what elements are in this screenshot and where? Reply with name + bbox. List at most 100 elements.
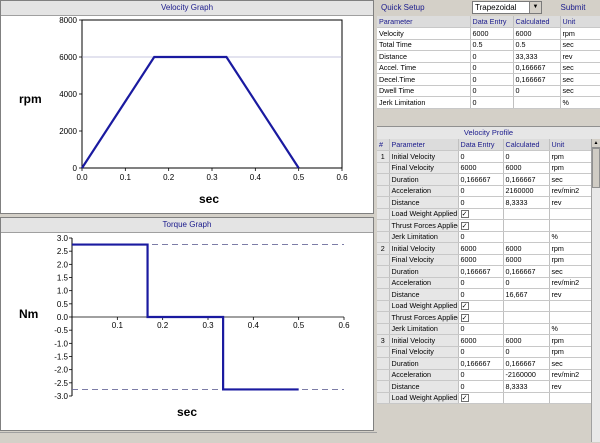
table-row: Jerk Limitation 0% xyxy=(377,96,600,109)
calculated-cell: 8,3333 xyxy=(503,196,550,209)
parameter-name: Distance xyxy=(389,380,459,393)
data-entry-cell[interactable]: 0 xyxy=(458,150,504,163)
data-entry-cell[interactable]: 0.5 xyxy=(470,39,514,51)
scroll-thumb[interactable] xyxy=(592,148,600,188)
data-entry-cell[interactable]: 0 xyxy=(458,380,504,393)
checkbox[interactable]: ✓ xyxy=(460,221,469,230)
calculated-cell: 33,333 xyxy=(513,50,561,63)
data-entry-cell[interactable]: 0,166667 xyxy=(458,265,504,278)
torque-y-tick-label: -1.0 xyxy=(54,339,68,348)
velocity-profile-header-row: # Parameter Data Entry Calculated Unit xyxy=(377,139,592,151)
velocity-y-tick-label: 0 xyxy=(73,164,78,173)
unit-cell: rev xyxy=(549,288,592,301)
data-entry-cell[interactable]: 0 xyxy=(458,369,504,381)
data-entry-cell[interactable]: 0 xyxy=(458,288,504,301)
parameter-name: Distance xyxy=(377,50,471,63)
table-row: Distance 0 8,3333 rev xyxy=(377,196,592,209)
unit-cell: rpm xyxy=(549,334,592,347)
velocity-xlabel: sec xyxy=(199,192,219,206)
submit-button[interactable]: Submit xyxy=(549,1,597,14)
unit-cell: rpm xyxy=(560,27,600,40)
column-header: Parameter xyxy=(389,139,459,151)
calculated-cell: 0 xyxy=(503,277,550,289)
checkbox[interactable]: ✓ xyxy=(460,210,469,219)
unit-cell: rev xyxy=(549,196,592,209)
parameter-name: Total Time xyxy=(377,39,471,51)
segment-number xyxy=(377,185,390,197)
calculated-cell: 0 xyxy=(503,150,550,163)
data-entry-cell[interactable]: 6000 xyxy=(458,334,504,347)
parameter-name: Thrust Forces Applied xyxy=(389,219,459,232)
data-entry-cell[interactable]: 0 xyxy=(458,196,504,209)
data-entry-cell[interactable]: 0 xyxy=(470,73,514,86)
data-entry-cell[interactable]: 6000 xyxy=(458,162,504,174)
data-entry-cell[interactable]: ✓ xyxy=(458,219,504,232)
data-entry-cell[interactable]: 6000 xyxy=(458,254,504,266)
parameter-name: Load Weight Applied xyxy=(389,208,459,220)
motion-profile-select[interactable]: Trapezoidal ▼ xyxy=(472,1,542,14)
segment-number xyxy=(377,277,390,289)
parameter-name: Distance xyxy=(389,196,459,209)
data-entry-cell[interactable]: ✓ xyxy=(458,208,504,220)
segment-number xyxy=(377,323,390,335)
calculated-cell: 8,3333 xyxy=(503,380,550,393)
quick-setup-header-row: Parameter Data Entry Calculated Unit xyxy=(377,16,600,28)
data-entry-cell[interactable]: 0 xyxy=(458,185,504,197)
data-entry-cell[interactable]: 6000 xyxy=(458,242,504,255)
calculated-cell: 0,166667 xyxy=(503,357,550,370)
status-bar xyxy=(0,432,377,443)
data-entry-cell[interactable]: ✓ xyxy=(458,311,504,324)
data-entry-cell[interactable]: 0 xyxy=(458,277,504,289)
quick-setup-table: Parameter Data Entry Calculated Unit Velocit… xyxy=(377,16,600,109)
checkbox[interactable]: ✓ xyxy=(460,302,469,311)
scroll-up-icon[interactable]: ▲ xyxy=(592,139,600,148)
segment-number xyxy=(377,311,390,324)
velocity-y-tick-label: 6000 xyxy=(59,53,77,62)
parameter-name: Initial Velocity xyxy=(389,150,459,163)
table-row: Load Weight Applied ✓ xyxy=(377,300,592,312)
calculated-cell: 0,166667 xyxy=(513,62,561,74)
data-entry-cell[interactable]: 0,166667 xyxy=(458,357,504,370)
table-row: Total Time 0.5 0.5 sec xyxy=(377,39,600,51)
data-entry-cell[interactable]: ✓ xyxy=(458,300,504,312)
unit-cell: rpm xyxy=(549,346,592,358)
data-entry-cell[interactable]: 0 xyxy=(470,62,514,74)
table-row: Thrust Forces Applied ✓ xyxy=(377,219,592,232)
chevron-down-icon[interactable]: ▼ xyxy=(529,2,541,13)
profile-scrollbar[interactable]: ▲ xyxy=(591,139,600,442)
table-row: Acceleration 0 2160000 rev/min2 xyxy=(377,185,592,197)
calculated-cell: 6000 xyxy=(503,254,550,266)
segment-number xyxy=(377,357,390,370)
data-entry-cell[interactable]: 0 xyxy=(458,323,504,335)
segment-number: 2 xyxy=(377,242,390,255)
data-entry-cell[interactable]: 0 xyxy=(458,346,504,358)
velocity-ylabel: rpm xyxy=(19,92,42,106)
data-entry-cell[interactable]: 0 xyxy=(470,85,514,97)
torque-x-tick-label: 0.5 xyxy=(293,321,305,330)
segment-number xyxy=(377,196,390,209)
data-entry-cell[interactable]: ✓ xyxy=(458,392,504,404)
calculated-cell: 6000 xyxy=(503,162,550,174)
quick-setup-label: Quick Setup xyxy=(381,3,425,12)
calculated-cell xyxy=(503,311,550,324)
calculated-cell: 0,166667 xyxy=(503,173,550,186)
checkbox[interactable]: ✓ xyxy=(460,394,469,403)
velocity-y-tick-label: 8000 xyxy=(59,16,77,25)
velocity-series-line xyxy=(81,55,300,169)
calculated-cell xyxy=(503,219,550,232)
data-entry-cell[interactable]: 0 xyxy=(470,50,514,63)
data-entry-cell[interactable]: 0 xyxy=(470,96,514,109)
calculated-cell: 6000 xyxy=(513,27,561,40)
velocity-x-tick-label: 0.6 xyxy=(336,173,348,182)
unit-cell xyxy=(549,208,592,220)
calculated-cell: 2160000 xyxy=(503,185,550,197)
data-entry-cell[interactable]: 6000 xyxy=(470,27,514,40)
table-row: Final Velocity 6000 6000 rpm xyxy=(377,254,592,266)
checkbox[interactable]: ✓ xyxy=(460,313,469,322)
data-entry-cell[interactable]: 0 xyxy=(458,231,504,243)
calculated-cell: 0,166667 xyxy=(513,73,561,86)
velocity-profile-title: Velocity Profile xyxy=(377,126,600,140)
segment-number xyxy=(377,208,390,220)
torque-y-tick-label: 1.5 xyxy=(57,274,69,283)
data-entry-cell[interactable]: 0,166667 xyxy=(458,173,504,186)
